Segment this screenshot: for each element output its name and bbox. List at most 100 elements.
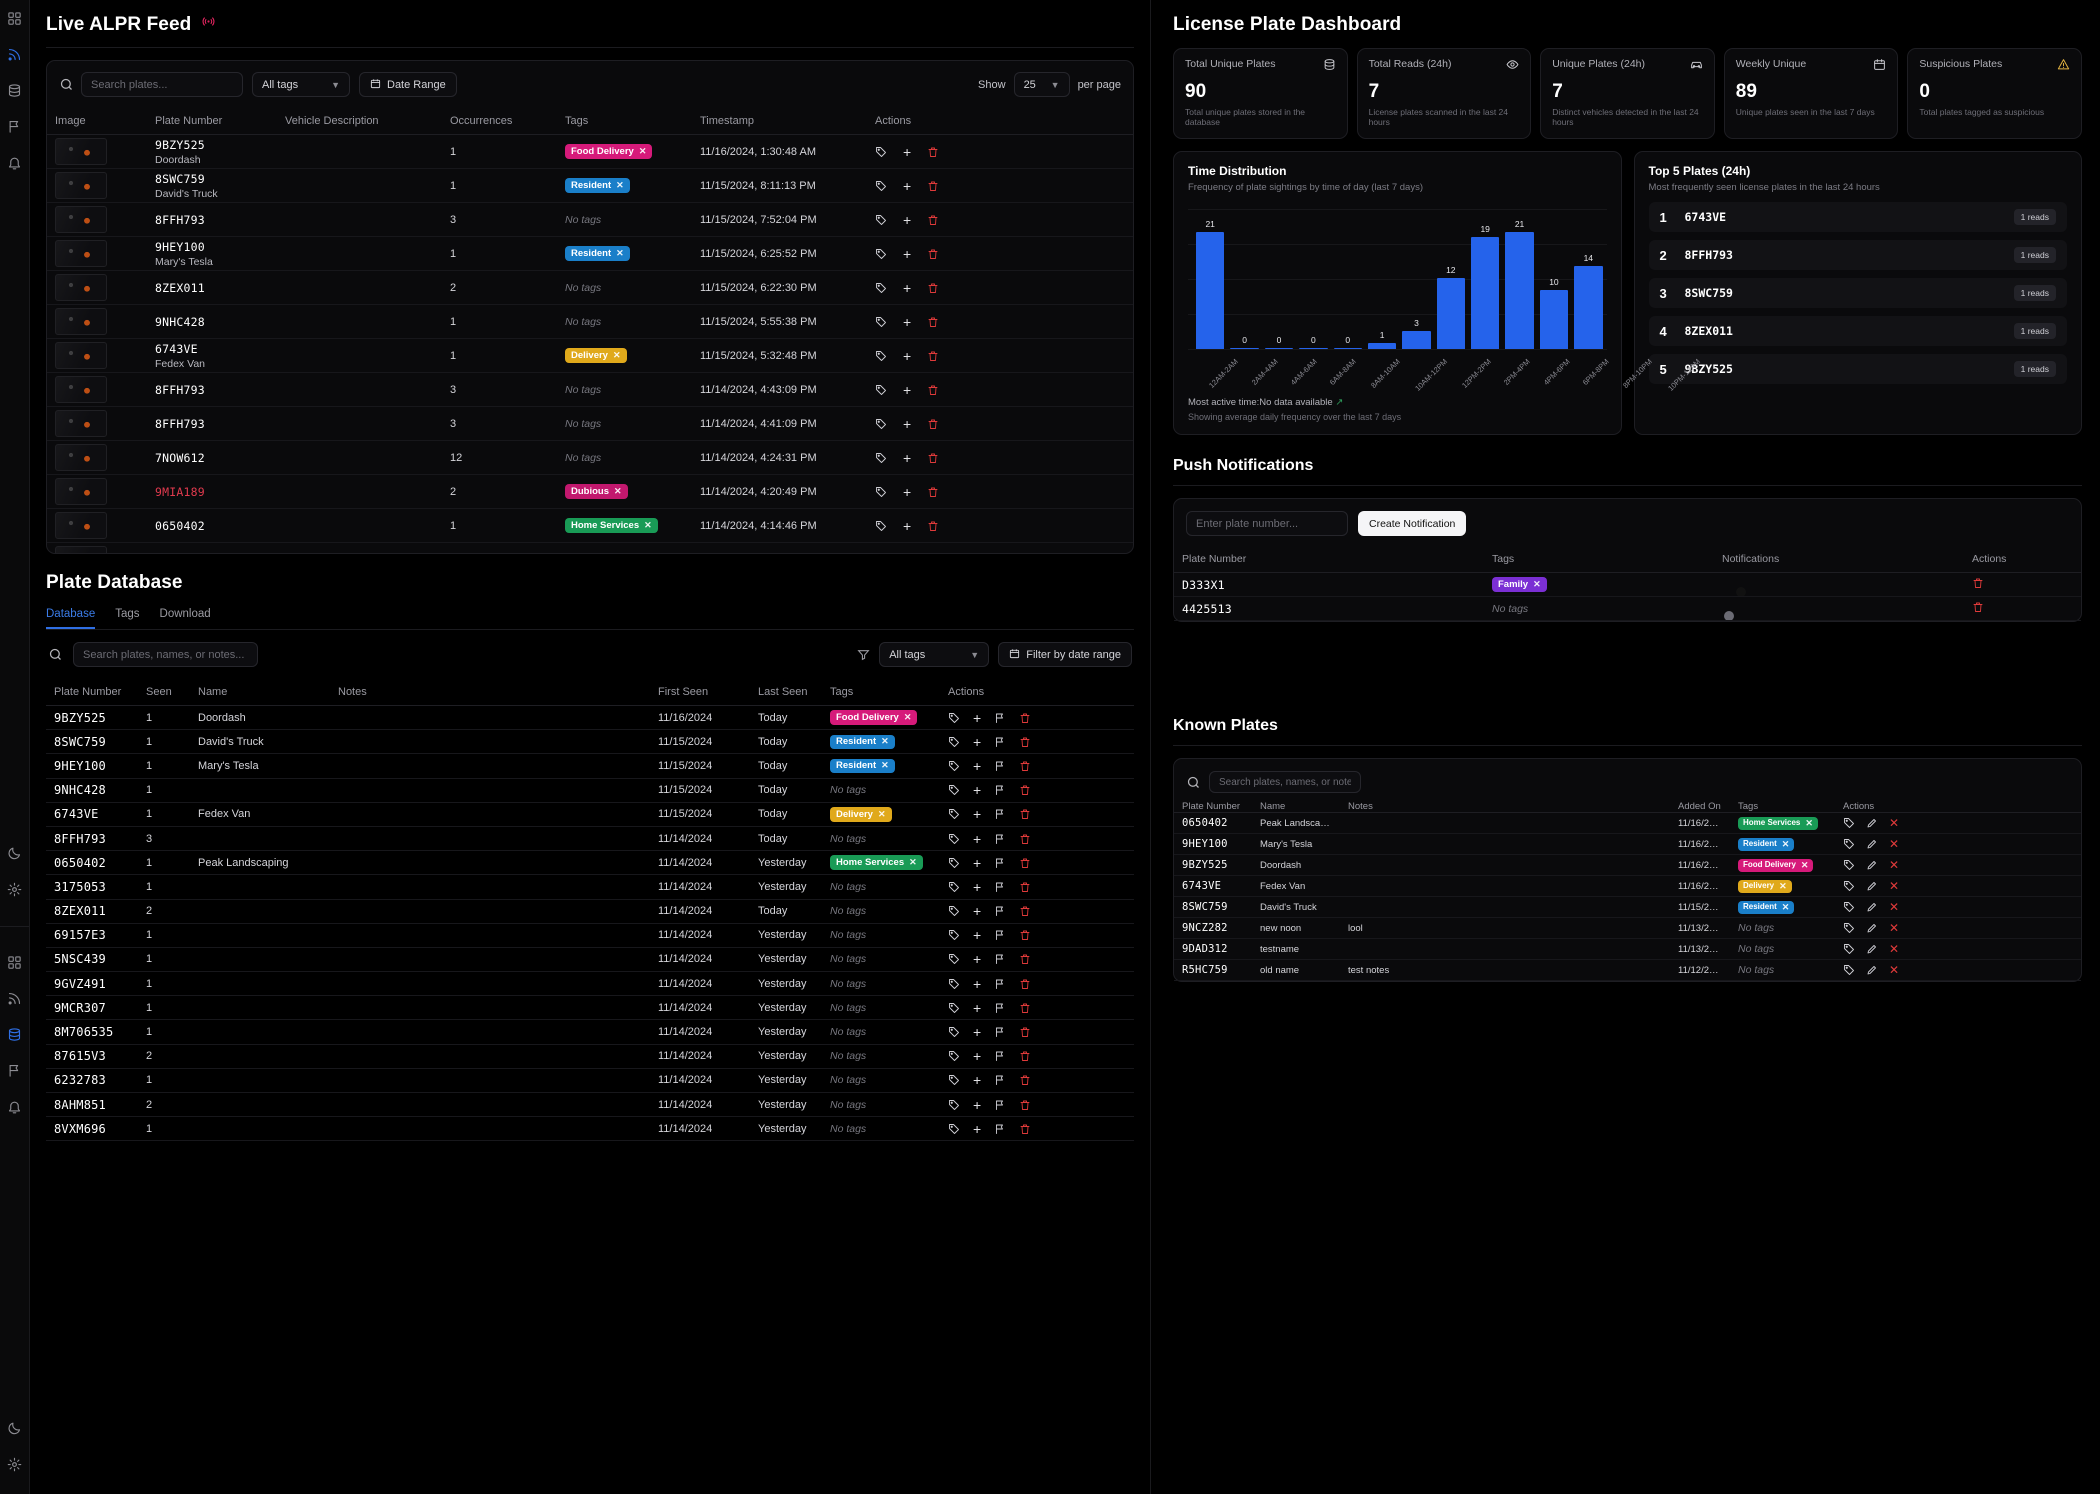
bar-column[interactable]: 21 — [1505, 219, 1533, 349]
flag-icon[interactable] — [994, 1002, 1006, 1014]
delete-icon[interactable] — [927, 350, 939, 362]
table-row[interactable]: 8VXM696111/14/2024YesterdayNo tags+ — [46, 1117, 1134, 1141]
plate-thumbnail[interactable] — [55, 240, 107, 267]
bar-column[interactable]: 14 — [1574, 219, 1602, 349]
filter-icon[interactable] — [857, 648, 870, 661]
delete-icon[interactable] — [1019, 736, 1031, 748]
table-row[interactable]: 6743VE1Fedex Van11/15/2024TodayDelivery✕… — [46, 802, 1134, 826]
delete-icon[interactable] — [1019, 929, 1031, 941]
tag-icon[interactable] — [948, 1074, 960, 1086]
tag-icon[interactable] — [948, 978, 960, 990]
tag-icon[interactable] — [948, 1026, 960, 1038]
tag-icon[interactable] — [948, 1050, 960, 1062]
tag-icon[interactable] — [948, 1002, 960, 1014]
edit-icon[interactable] — [1866, 859, 1878, 871]
bar-column[interactable]: 10 — [1540, 219, 1568, 349]
table-row[interactable]: 3175053111/14/2024YesterdayNo tags+ — [46, 875, 1134, 899]
table-row[interactable]: 9GVZ491111/14/2024YesterdayNo tags+ — [46, 972, 1134, 996]
remove-icon[interactable]: ✕ — [1889, 923, 1899, 933]
table-row[interactable]: 9BZY5251Doordash11/16/2024TodayFood Deli… — [46, 706, 1134, 730]
list-item[interactable]: 28FFH7931 reads — [1649, 240, 2068, 270]
tag-icon[interactable] — [948, 736, 960, 748]
tag-badge[interactable]: Resident✕ — [565, 246, 630, 261]
add-icon[interactable]: + — [903, 521, 911, 531]
edit-icon[interactable] — [1866, 943, 1878, 955]
table-row[interactable]: 9DAD312testname11/13/2024No tags✕ — [1174, 939, 2081, 960]
edit-icon[interactable] — [1866, 922, 1878, 934]
add-icon[interactable]: + — [903, 487, 911, 497]
tag-badge[interactable]: Home Services✕ — [1738, 817, 1818, 830]
bar-column[interactable]: 0 — [1334, 219, 1362, 349]
table-row[interactable]: 69157E3111/14/2024YesterdayNo tags+ — [46, 923, 1134, 947]
tag-badge[interactable]: Delivery✕ — [1738, 880, 1792, 893]
add-icon[interactable]: + — [973, 737, 981, 747]
delete-icon[interactable] — [1019, 1050, 1031, 1062]
remove-icon[interactable]: ✕ — [1889, 965, 1899, 975]
flag-icon[interactable] — [994, 712, 1006, 724]
feed-tag-filter-select[interactable]: All tags ▼ — [252, 72, 350, 97]
tag-badge[interactable]: Resident✕ — [1738, 901, 1794, 914]
edit-icon[interactable] — [1866, 901, 1878, 913]
tag-remove-icon[interactable]: ✕ — [1801, 861, 1809, 870]
remove-icon[interactable]: ✕ — [1889, 818, 1899, 828]
list-item[interactable]: 59BZY5251 reads — [1649, 354, 2068, 384]
bar-column[interactable]: 12 — [1437, 219, 1465, 349]
table-row[interactable]: 9NCZ282new noonlool11/13/2024No tags✕ — [1174, 918, 2081, 939]
flag-icon[interactable] — [994, 881, 1006, 893]
tag-icon[interactable] — [875, 350, 887, 362]
delete-icon[interactable] — [927, 248, 939, 260]
bell-icon-2[interactable] — [4, 1096, 26, 1118]
delete-icon[interactable] — [1019, 857, 1031, 869]
settings-icon-2[interactable] — [4, 1453, 26, 1475]
tag-badge[interactable]: Family✕ — [1492, 577, 1547, 592]
tag-remove-icon[interactable]: ✕ — [881, 761, 889, 770]
flag-icon[interactable] — [994, 760, 1006, 772]
delete-icon[interactable] — [1019, 1026, 1031, 1038]
plate-thumbnail[interactable] — [55, 478, 107, 505]
edit-icon[interactable] — [1866, 964, 1878, 976]
flag-icon[interactable] — [994, 736, 1006, 748]
tag-badge[interactable]: Resident✕ — [1738, 838, 1794, 851]
delete-icon[interactable] — [1019, 953, 1031, 965]
tag-remove-icon[interactable]: ✕ — [1805, 819, 1813, 828]
tag-icon[interactable] — [948, 833, 960, 845]
table-row[interactable]: 9BZY525Doordash11/16/2024Food Delivery✕✕ — [1174, 855, 2081, 876]
tag-icon[interactable] — [948, 953, 960, 965]
database-icon-2[interactable] — [4, 1024, 26, 1046]
feed-date-range-button[interactable]: Date Range — [359, 72, 457, 97]
delete-icon[interactable] — [927, 486, 939, 498]
table-row[interactable]: 8SWC759David's Truck1Resident✕11/15/2024… — [47, 169, 1133, 203]
delete-icon[interactable] — [927, 384, 939, 396]
flag-icon[interactable] — [994, 833, 1006, 845]
tag-badge[interactable]: Food Delivery✕ — [1738, 859, 1813, 872]
tag-icon[interactable] — [1843, 817, 1855, 829]
known-search-input[interactable] — [1209, 771, 1361, 793]
table-row[interactable]: 8FFH7933No tags11/14/2024, 4:41:09 PM+ — [47, 407, 1133, 441]
add-icon[interactable]: + — [903, 351, 911, 361]
plate-thumbnail[interactable] — [55, 342, 107, 369]
edit-icon[interactable] — [1866, 838, 1878, 850]
tag-remove-icon[interactable]: ✕ — [644, 521, 652, 530]
plate-thumbnail[interactable] — [55, 410, 107, 437]
table-row[interactable]: 7NOW61212No tags11/14/2024, 4:24:31 PM+ — [47, 441, 1133, 475]
bell-icon[interactable] — [4, 151, 26, 173]
table-row[interactable]: 06504021Peak Landscaping11/14/2024Yester… — [46, 851, 1134, 875]
tag-remove-icon[interactable]: ✕ — [878, 810, 886, 819]
table-row[interactable]: 8FFH7933No tags11/15/2024, 7:52:04 PM+ — [47, 203, 1133, 237]
tag-remove-icon[interactable]: ✕ — [639, 147, 647, 156]
tag-remove-icon[interactable]: ✕ — [904, 713, 912, 722]
list-item[interactable]: 38SWC7591 reads — [1649, 278, 2068, 308]
bar-column[interactable]: 3 — [1402, 219, 1430, 349]
tag-icon[interactable] — [875, 214, 887, 226]
delete-icon[interactable] — [1019, 808, 1031, 820]
tag-icon[interactable] — [875, 384, 887, 396]
add-icon[interactable]: + — [973, 930, 981, 940]
tag-icon[interactable] — [1843, 943, 1855, 955]
flag-icon[interactable] — [994, 808, 1006, 820]
tag-icon[interactable] — [1843, 859, 1855, 871]
table-row[interactable]: 5NSC439111/14/2024YesterdayNo tags+ — [46, 947, 1134, 971]
feed-search-input[interactable] — [81, 72, 243, 97]
add-icon[interactable]: + — [903, 147, 911, 157]
add-icon[interactable]: + — [903, 419, 911, 429]
tag-remove-icon[interactable]: ✕ — [614, 487, 622, 496]
